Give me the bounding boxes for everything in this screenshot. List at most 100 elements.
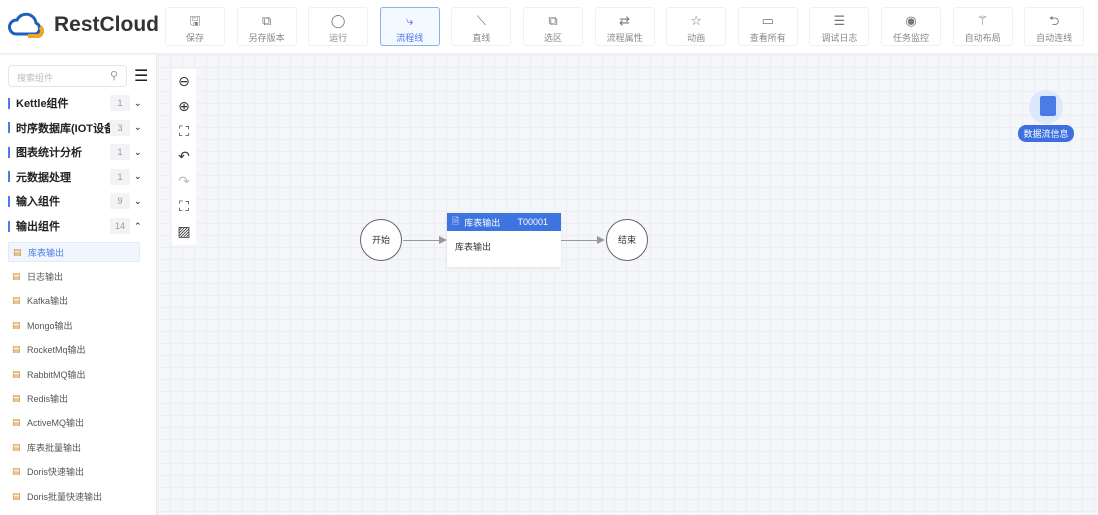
- edge-start-node[interactable]: [403, 240, 439, 241]
- component-icon: ▤: [12, 417, 21, 428]
- end-node[interactable]: 结束: [606, 219, 648, 261]
- monitor-camera-icon: ◉: [905, 13, 917, 28]
- component-icon: ▤: [12, 344, 21, 355]
- fullscreen-icon[interactable]: ⛶: [172, 194, 196, 219]
- chevron-down-icon[interactable]: ⌄: [134, 196, 142, 207]
- category-count: 1: [110, 168, 130, 185]
- toolbar-label: 运行: [329, 33, 348, 43]
- category-2[interactable]: 图表统计分析 1 ⌄: [8, 142, 148, 162]
- search-input[interactable]: 搜索组件 ⚲: [8, 65, 127, 87]
- chevron-down-icon[interactable]: ⌄: [134, 98, 142, 109]
- toolbar-button-11[interactable]: ⚚ 自动布局: [952, 7, 1013, 46]
- component-label: Doris批量快速输出: [27, 491, 103, 502]
- toolbar-button-2[interactable]: ◯ 运行: [308, 7, 369, 46]
- toolbar-label: 自动布局: [964, 33, 1001, 43]
- select-icon: ⧉: [548, 13, 558, 28]
- search-icon[interactable]: ⚲: [110, 69, 118, 82]
- category-count: 9: [110, 193, 130, 210]
- toolbar-label: 保存: [185, 33, 204, 43]
- toolbar-button-6[interactable]: ⇄ 流程属性: [594, 7, 655, 46]
- component-label: Mongo输出: [27, 320, 73, 331]
- toolbar-label: 动画: [687, 33, 706, 43]
- component-item[interactable]: ▤ 库表输出: [8, 242, 140, 262]
- flow-canvas[interactable]: [158, 55, 1098, 515]
- redo-icon[interactable]: ↷: [172, 169, 196, 194]
- list-view-icon[interactable]: ☰: [134, 66, 148, 86]
- chevron-down-icon[interactable]: ⌄: [134, 147, 142, 158]
- node-body: 库表输出: [455, 242, 492, 252]
- save-icon: 🖫: [189, 13, 201, 28]
- chevron-down-icon[interactable]: ⌄: [134, 122, 142, 133]
- chevron-up-icon[interactable]: ⌃: [134, 221, 142, 232]
- logo: RestCloud: [8, 12, 159, 38]
- monitor-icon: ▭: [761, 13, 774, 28]
- toolbar-button-12[interactable]: ⮌ 自动连线: [1024, 7, 1085, 46]
- document-icon: [1029, 90, 1063, 124]
- auto-connect-icon: ⮌: [1048, 13, 1060, 28]
- toolbar-button-7[interactable]: ☆ 动画: [666, 7, 727, 46]
- component-sidebar: 搜索组件 ⚲ ☰ Kettle组件 1 ⌄ 时序数据库(IOT设备) 3 ⌄ 图表统计分析 1 ⌄…: [0, 55, 157, 515]
- log-icon: ☰: [833, 13, 846, 28]
- node-id: T00001: [517, 217, 548, 227]
- canvas-tools: ⊖ ⊕ ⛶ ↶ ↷ ⛶ ▨: [172, 69, 196, 245]
- star-icon: ☆: [690, 13, 703, 28]
- component-item[interactable]: ▤ Redis输出: [8, 388, 140, 408]
- category-3[interactable]: 元数据处理 1 ⌄: [8, 167, 148, 187]
- zoom-in-icon[interactable]: ⊕: [172, 94, 196, 119]
- zoom-out-icon[interactable]: ⊖: [172, 69, 196, 94]
- fit-view-icon[interactable]: ⛶: [172, 119, 196, 144]
- magic-wand-icon: ⚚: [976, 13, 989, 28]
- search-placeholder: 搜索组件: [17, 73, 54, 83]
- copy-icon: ⧉: [261, 13, 272, 28]
- toolbar-button-10[interactable]: ◉ 任务监控: [881, 7, 941, 46]
- data-flow-info-button[interactable]: 数据流信息: [1018, 90, 1074, 142]
- component-icon: ▤: [12, 319, 21, 330]
- document-icon: 🗎: [452, 216, 460, 226]
- component-icon: ▤: [12, 295, 21, 306]
- start-node[interactable]: 开始: [360, 219, 402, 261]
- category-0[interactable]: Kettle组件 1 ⌄: [8, 93, 148, 113]
- toolbar-button-5[interactable]: ⧉ 选区: [523, 7, 583, 46]
- grid-toggle-icon[interactable]: ▨: [172, 219, 196, 244]
- component-label: Doris快速输出: [27, 467, 85, 478]
- cloud-logo-icon: [8, 12, 44, 38]
- toolbar-label: 任务监控: [892, 33, 929, 43]
- component-item[interactable]: ▤ Kafka输出: [8, 291, 140, 311]
- edge-node-end[interactable]: [561, 240, 597, 241]
- component-item[interactable]: ▤ Doris快速输出: [8, 462, 140, 482]
- component-item[interactable]: ▤ RabbitMQ输出: [8, 364, 140, 384]
- arrow-icon: [439, 236, 447, 244]
- toolbar-button-4[interactable]: ⟍ 直线: [451, 7, 512, 46]
- category-label: 图表统计分析: [16, 147, 82, 160]
- toolbar-button-3[interactable]: ⤷ 流程线: [379, 7, 440, 46]
- toolbar-label: 查看所有: [749, 33, 786, 43]
- toolbar-button-1[interactable]: ⧉ 另存版本: [236, 7, 297, 46]
- component-item[interactable]: ▤ Doris批量快速输出: [8, 486, 140, 506]
- component-item[interactable]: ▤ 库表批量输出: [8, 437, 140, 457]
- undo-icon[interactable]: ↶: [172, 144, 196, 169]
- component-item[interactable]: ▤ Mongo输出: [8, 315, 140, 335]
- component-item[interactable]: ▤ 日志输出: [8, 266, 140, 286]
- category-marker: [8, 146, 10, 158]
- component-label: 库表输出: [28, 247, 65, 258]
- component-item[interactable]: ▤ ActiveMQ输出: [8, 413, 140, 433]
- category-4[interactable]: 输入组件 9 ⌄: [8, 191, 148, 211]
- toolbar-button-0[interactable]: 🖫 保存: [165, 7, 225, 46]
- category-label: 时序数据库(IOT设备): [16, 122, 119, 135]
- table-output-node[interactable]: 🗎 库表输出 T00001 库表输出: [447, 213, 561, 267]
- component-item[interactable]: ▤ RocketMq输出: [8, 340, 140, 360]
- component-icon: ▤: [12, 441, 21, 452]
- component-label: 日志输出: [27, 271, 64, 282]
- component-label: ActiveMQ输出: [27, 418, 85, 429]
- toolbar-label: 自动连线: [1036, 33, 1073, 43]
- category-count: 14: [110, 218, 130, 234]
- node-title: 库表输出: [464, 217, 501, 228]
- chevron-down-icon[interactable]: ⌄: [134, 171, 142, 182]
- toolbar-label: 选区: [543, 33, 562, 43]
- toolbar-button-8[interactable]: ▭ 查看所有: [737, 7, 798, 46]
- category-count: 3: [110, 119, 130, 136]
- category-marker: [8, 171, 10, 183]
- toolbar-button-9[interactable]: ☰ 调试日志: [809, 7, 870, 46]
- category-1[interactable]: 时序数据库(IOT设备) 3 ⌄: [8, 118, 148, 138]
- category-5[interactable]: 输出组件 14 ⌃: [8, 216, 148, 236]
